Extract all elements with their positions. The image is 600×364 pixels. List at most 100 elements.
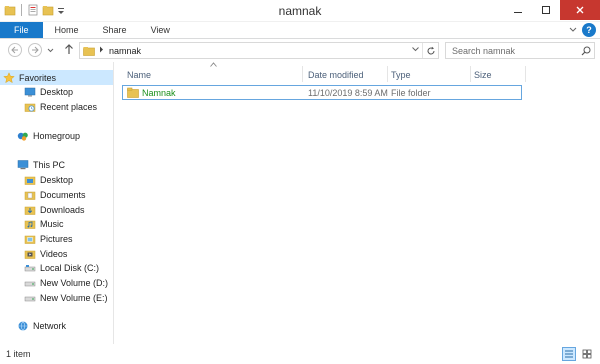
details-view-icon: [565, 350, 573, 358]
nav-new-volume-e[interactable]: New Volume (E:): [0, 290, 108, 305]
minimize-button[interactable]: [504, 0, 532, 20]
breadcrumb-separator-icon[interactable]: [99, 46, 104, 55]
desktop-icon: [24, 174, 36, 186]
drive-icon: [24, 262, 36, 274]
column-header-date-modified[interactable]: Date modified: [308, 67, 364, 82]
column-divider[interactable]: [387, 66, 388, 82]
desktop-icon: [24, 86, 36, 98]
expand-ribbon-button[interactable]: [566, 22, 580, 38]
folder-icon: [83, 46, 95, 56]
refresh-button[interactable]: [422, 43, 438, 58]
arrow-right-icon: [32, 46, 39, 54]
tab-home[interactable]: Home: [43, 22, 91, 38]
nav-label: Network: [33, 320, 67, 331]
table-row[interactable]: Namnak 11/10/2019 8:59 AM File folder: [122, 85, 522, 100]
column-divider[interactable]: [302, 66, 303, 82]
maximize-button[interactable]: [532, 0, 560, 20]
title-bar: namnak: [0, 0, 600, 22]
sort-ascending-icon: [210, 62, 217, 69]
drive-icon: [24, 277, 36, 289]
folder-icon: [127, 86, 139, 99]
documents-icon: [24, 189, 36, 201]
forward-button[interactable]: [28, 43, 42, 57]
nav-label: Pictures: [40, 233, 73, 244]
nav-label: Music: [40, 218, 64, 229]
nav-favorites[interactable]: Favorites: [0, 70, 113, 85]
nav-label: New Volume (D:): [40, 277, 109, 288]
nav-pictures[interactable]: Pictures: [0, 231, 73, 246]
refresh-icon: [427, 46, 434, 54]
search-input[interactable]: [446, 45, 578, 56]
file-date-modified: 11/10/2019 8:59 AM: [308, 87, 388, 98]
status-bar: 1 item: [0, 344, 600, 364]
recent-locations-button[interactable]: [47, 43, 54, 59]
window-controls: [504, 0, 600, 20]
nav-favorites-desktop[interactable]: Desktop: [0, 84, 73, 99]
address-history-button[interactable]: [408, 47, 422, 54]
network-icon: [17, 320, 29, 332]
tab-view[interactable]: View: [139, 22, 182, 38]
nav-downloads[interactable]: Downloads: [0, 202, 85, 217]
drive-icon: [24, 292, 36, 304]
back-button[interactable]: [8, 43, 22, 57]
nav-label: Videos: [40, 248, 68, 259]
nav-this-pc[interactable]: This PC: [0, 157, 65, 172]
nav-label: New Volume (E:): [40, 292, 108, 303]
computer-icon: [17, 159, 29, 171]
nav-documents[interactable]: Documents: [0, 187, 86, 202]
nav-recent-places[interactable]: Recent places: [0, 99, 97, 114]
ribbon-tabs: File Home Share View ?: [0, 22, 600, 39]
file-type: File folder: [391, 87, 431, 98]
nav-desktop[interactable]: Desktop: [0, 172, 73, 187]
pictures-icon: [24, 233, 36, 245]
item-count: 1 item: [6, 349, 31, 359]
file-name[interactable]: Namnak: [142, 86, 176, 99]
videos-icon: [24, 248, 36, 260]
column-header-size[interactable]: Size: [474, 67, 492, 82]
search-box[interactable]: [445, 42, 595, 59]
address-bar[interactable]: namnak: [79, 42, 439, 59]
chevron-down-icon: [569, 27, 577, 32]
nav-local-disk-c[interactable]: Local Disk (C:): [0, 260, 99, 275]
tab-share[interactable]: Share: [91, 22, 139, 38]
nav-label: Favorites: [19, 72, 57, 83]
tab-file[interactable]: File: [0, 22, 43, 38]
nav-label: Recent places: [40, 101, 98, 112]
nav-homegroup[interactable]: Homegroup: [0, 128, 80, 143]
arrow-left-icon: [11, 46, 18, 54]
breadcrumb-path[interactable]: namnak: [109, 46, 408, 56]
nav-label: Desktop: [40, 174, 74, 185]
recent-places-icon: [24, 101, 36, 113]
address-row: namnak: [0, 39, 600, 61]
help-button[interactable]: ?: [582, 23, 596, 37]
nav-label: Downloads: [40, 204, 85, 215]
close-icon: [576, 6, 584, 14]
close-button[interactable]: [560, 0, 600, 20]
nav-label: Desktop: [40, 86, 74, 97]
nav-label: Local Disk (C:): [40, 262, 100, 273]
search-icon[interactable]: [578, 46, 594, 56]
details-view-button[interactable]: [562, 347, 576, 361]
nav-label: Documents: [40, 189, 86, 200]
minimize-icon: [514, 12, 522, 13]
nav-label: This PC: [33, 159, 66, 170]
column-divider[interactable]: [525, 66, 526, 82]
file-list: Name Date modified Type Size Namnak 11/1…: [115, 62, 600, 344]
arrow-up-icon: [65, 44, 73, 54]
music-icon: [24, 218, 36, 230]
nav-new-volume-d[interactable]: New Volume (D:): [0, 275, 108, 290]
large-icons-view-icon: [582, 349, 592, 359]
homegroup-icon: [17, 130, 29, 142]
up-button[interactable]: [64, 42, 74, 59]
column-header-type[interactable]: Type: [391, 67, 411, 82]
column-divider[interactable]: [470, 66, 471, 82]
large-icons-view-button[interactable]: [580, 347, 594, 361]
maximize-icon: [542, 6, 550, 14]
navigation-pane: Favorites Desktop Recent places Homegrou…: [0, 62, 114, 344]
nav-music[interactable]: Music: [0, 216, 64, 231]
downloads-icon: [24, 204, 36, 216]
nav-videos[interactable]: Videos: [0, 246, 67, 261]
chevron-down-icon: [47, 48, 54, 53]
column-header-name[interactable]: Name: [127, 67, 151, 82]
nav-network[interactable]: Network: [0, 318, 66, 333]
